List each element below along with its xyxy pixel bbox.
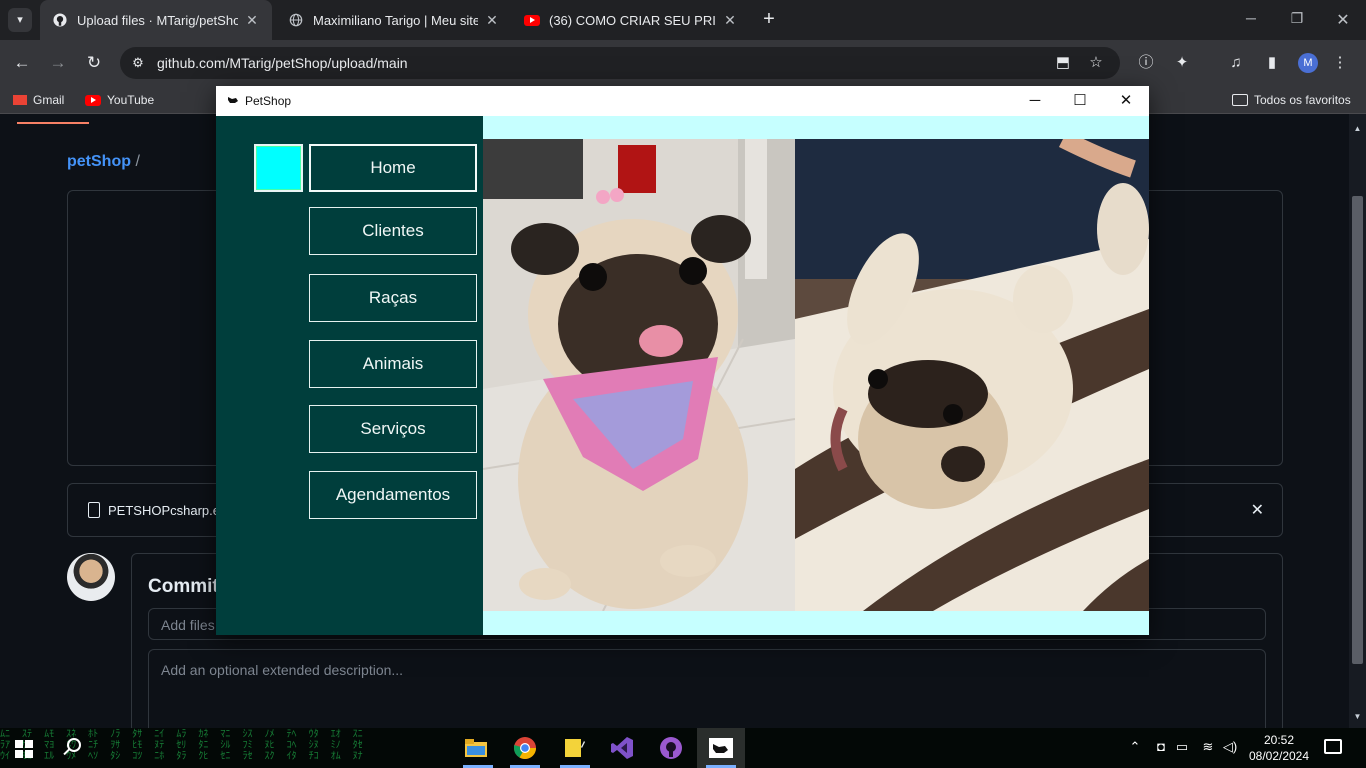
breadcrumb-repo-link[interactable]: petShop: [67, 153, 131, 170]
browser-tab-youtube[interactable]: (36) COMO CRIAR SEU PRIMEIR ✕: [512, 0, 750, 40]
tab-close-icon[interactable]: ✕: [244, 12, 260, 29]
windows-start-icon[interactable]: [15, 740, 33, 758]
commit-description-placeholder: Add an optional extended description...: [161, 662, 404, 678]
browser-toolbar: ← → ↻ ⚙ github.com/MTarig/petShop/upload…: [0, 40, 1366, 86]
notification-center-icon[interactable]: [1324, 739, 1342, 754]
address-bar[interactable]: ⚙ github.com/MTarig/petShop/upload/main: [120, 47, 1120, 79]
extensions-puzzle-icon[interactable]: ✦: [1172, 53, 1192, 73]
petshop-window: PetShop ─ ☐ ✕ Home Clientes Raças Animai…: [216, 86, 1149, 635]
browser-close-icon[interactable]: ✕: [1332, 10, 1354, 30]
visual-studio-icon[interactable]: [608, 734, 636, 762]
file-icon: [88, 502, 100, 518]
tab-search-chevron-icon[interactable]: ▾: [8, 8, 32, 32]
commit-description-input[interactable]: Add an optional extended description...: [148, 649, 1266, 739]
clock-date: 08/02/2024: [1248, 749, 1310, 763]
browser-menu-icon[interactable]: ⋮: [1330, 53, 1350, 73]
reload-icon[interactable]: ↻: [83, 52, 105, 74]
petshop-sidebar: Home Clientes Raças Animais Serviços Age…: [216, 116, 483, 635]
folder-icon: [1232, 94, 1248, 106]
browser-minimize-icon[interactable]: ─: [1240, 10, 1262, 26]
install-app-icon[interactable]: ⬒: [1053, 53, 1073, 73]
tab-close-icon[interactable]: ✕: [722, 12, 738, 29]
github-desktop-icon[interactable]: [657, 734, 685, 762]
menu-button-servicos[interactable]: Serviços: [309, 405, 477, 453]
profile-avatar[interactable]: M: [1298, 53, 1318, 73]
petshop-logo-box: [254, 144, 303, 192]
menu-button-racas[interactable]: Raças: [309, 274, 477, 322]
clock-time: 20:52: [1263, 733, 1295, 747]
uploaded-file-name: PETSHOPcsharp.e: [108, 503, 220, 518]
commit-heading: Commit: [148, 576, 219, 597]
scroll-down-icon[interactable]: ▼: [1349, 712, 1366, 721]
commit-summary-placeholder: Add files: [161, 617, 215, 633]
pug-sitting-photo: [483, 139, 796, 611]
page-scrollbar[interactable]: ▲ ▼: [1349, 114, 1366, 728]
forward-arrow-icon[interactable]: →: [47, 52, 69, 74]
github-icon: [52, 12, 68, 28]
volume-icon[interactable]: ◁): [1220, 739, 1240, 755]
side-panel-icon[interactable]: ▮: [1262, 53, 1282, 73]
petshop-minimize-icon[interactable]: ─: [1025, 92, 1045, 110]
globe-icon: [288, 12, 304, 28]
menu-button-clientes[interactable]: Clientes: [309, 207, 477, 255]
bookmark-youtube[interactable]: YouTube: [85, 93, 154, 107]
all-bookmarks-label: Todos os favoritos: [1254, 93, 1351, 107]
file-explorer-icon[interactable]: [462, 734, 490, 762]
user-avatar: [67, 553, 115, 601]
tab-title: (36) COMO CRIAR SEU PRIMEIR: [549, 12, 716, 28]
pug-photo-collage: [483, 139, 1149, 611]
scroll-up-icon[interactable]: ▲: [1349, 124, 1366, 133]
active-tab-underline: [17, 122, 89, 124]
windows-taskbar: ﾑﾆ ｽﾃ ﾑﾓ ｽﾈ ﾎﾄ ﾉﾗ ﾀｻ ﾆｲ ﾑﾗ ｶﾈ ﾏﾆ ｼｽ ﾉﾒ ﾃ…: [0, 728, 1366, 768]
petshop-app-taskbar-icon[interactable]: [707, 734, 735, 762]
bookmark-label: Gmail: [33, 93, 65, 107]
petshop-content-area: [483, 116, 1149, 635]
petshop-close-icon[interactable]: ✕: [1116, 92, 1136, 110]
back-arrow-icon[interactable]: ←: [11, 52, 33, 74]
browser-tab-bar: ▾ Upload files · MTarig/petShop ✕ Maximi…: [0, 0, 1366, 40]
bookmark-star-icon[interactable]: ☆: [1086, 53, 1106, 73]
youtube-icon: [524, 12, 540, 28]
bookmark-label: YouTube: [107, 93, 155, 107]
tab-close-icon[interactable]: ✕: [484, 12, 500, 29]
browser-tab-personal-site[interactable]: Maximiliano Tarigo | Meu site p ✕: [276, 0, 512, 40]
remove-file-icon[interactable]: ✕: [1251, 500, 1264, 520]
browser-restore-icon[interactable]: ❐: [1286, 10, 1308, 27]
address-bar-url: github.com/MTarig/petShop/upload/main: [157, 55, 408, 71]
pug-rolling-photo: [795, 139, 1149, 611]
taskbar-search-icon[interactable]: [61, 737, 83, 759]
petshop-title-bar[interactable]: PetShop ─ ☐ ✕: [216, 86, 1149, 116]
site-settings-icon[interactable]: ⚙: [130, 55, 146, 71]
tab-title: Upload files · MTarig/petShop: [77, 12, 238, 28]
meet-now-camera-icon[interactable]: ◘: [1151, 739, 1171, 754]
browser-tab-github-upload[interactable]: Upload files · MTarig/petShop ✕: [40, 0, 272, 40]
wifi-icon[interactable]: ≋: [1198, 739, 1218, 755]
breadcrumb-separator: /: [135, 153, 140, 170]
new-tab-plus-icon[interactable]: +: [758, 9, 780, 31]
petshop-maximize-icon[interactable]: ☐: [1070, 92, 1090, 110]
sticky-notes-icon[interactable]: [560, 734, 588, 762]
matrix-wallpaper-glyphs: ﾑﾆ ｽﾃ ﾑﾓ ｽﾈ ﾎﾄ ﾉﾗ ﾀｻ ﾆｲ ﾑﾗ ｶﾈ ﾏﾆ ｼｽ ﾉﾒ ﾃ…: [0, 729, 363, 762]
menu-button-agendamentos[interactable]: Agendamentos: [309, 471, 477, 519]
hidden-icons-chevron-icon[interactable]: ⌃: [1125, 739, 1145, 755]
battery-icon[interactable]: ▭: [1172, 739, 1192, 755]
media-controls-icon[interactable]: ♫: [1226, 53, 1246, 73]
menu-button-animais[interactable]: Animais: [309, 340, 477, 388]
menu-button-home[interactable]: Home: [309, 144, 477, 192]
tab-title: Maximiliano Tarigo | Meu site p: [313, 12, 478, 28]
extension-info-icon[interactable]: ⓘ: [1136, 53, 1156, 73]
breadcrumb: petShop /: [67, 153, 140, 171]
gmail-icon: [13, 95, 27, 105]
all-bookmarks[interactable]: Todos os favoritos: [1232, 93, 1351, 107]
petshop-app-icon: [227, 95, 239, 105]
taskbar-clock[interactable]: 20:52 08/02/2024: [1244, 732, 1314, 764]
petshop-window-title: PetShop: [245, 94, 292, 108]
chrome-icon[interactable]: [511, 734, 539, 762]
scrollbar-thumb[interactable]: [1352, 196, 1363, 664]
youtube-icon: [85, 94, 101, 106]
bookmark-gmail[interactable]: Gmail: [13, 93, 64, 107]
